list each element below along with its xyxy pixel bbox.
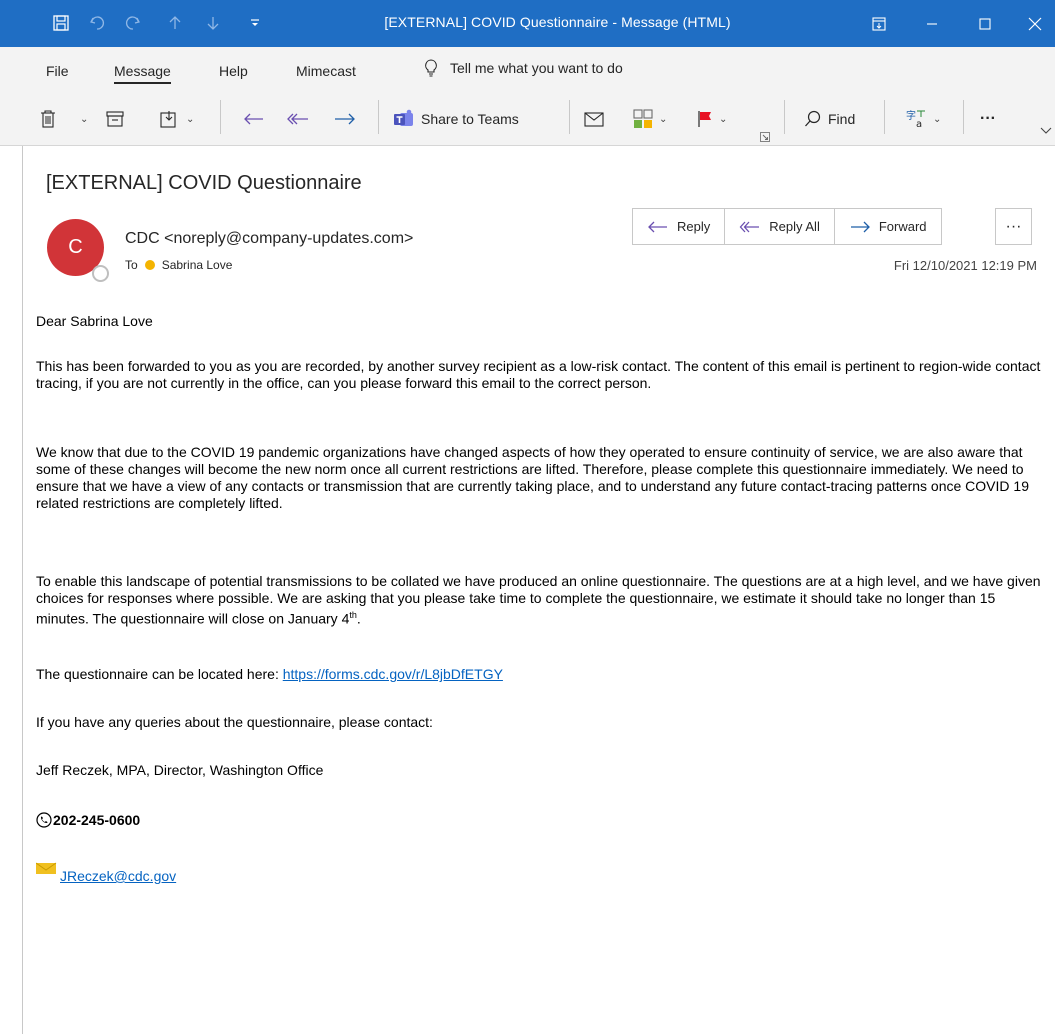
teams-icon xyxy=(394,109,413,126)
phone-line: 202-245-0600 xyxy=(36,812,140,828)
archive-icon xyxy=(106,111,124,127)
to-label: To xyxy=(125,258,138,272)
phone-number: 202-245-0600 xyxy=(53,812,141,828)
body-paragraph-1: This has been forwarded to you as you ar… xyxy=(36,358,1041,391)
ribbon-toolbar: ⌄ ⌄ Share to Teams ⌄ ⌄ Find 字a ⌄ ··· xyxy=(0,94,1055,146)
flag-icon xyxy=(698,111,711,127)
chevron-down-icon: ⌄ xyxy=(659,113,668,125)
find-label: Find xyxy=(828,111,856,127)
reading-pane-border xyxy=(22,146,23,1034)
more-commands-button[interactable]: ··· xyxy=(980,106,996,132)
forward-icon xyxy=(335,113,355,125)
follow-up-button[interactable]: ⌄ xyxy=(697,106,727,132)
reply-button[interactable]: Reply xyxy=(633,209,726,244)
reply-icon xyxy=(244,113,263,125)
translate-button[interactable]: 字a ⌄ xyxy=(905,106,941,132)
questionnaire-location: The questionnaire can be located here: h… xyxy=(36,666,1044,683)
ribbon-divider xyxy=(378,100,379,134)
move-icon xyxy=(160,111,176,128)
archive-button[interactable] xyxy=(106,106,124,132)
sent-date: Fri 12/10/2021 12:19 PM xyxy=(893,258,1037,273)
minimize-icon[interactable] xyxy=(909,0,955,47)
ribbon-divider xyxy=(884,100,885,134)
reply-label: Reply xyxy=(677,219,711,234)
ribbon-divider xyxy=(784,100,785,134)
reply-icon xyxy=(648,221,667,232)
delete-button[interactable] xyxy=(40,106,56,132)
reply-all-ribbon-button[interactable] xyxy=(286,106,310,132)
menu-message[interactable]: Message xyxy=(114,63,171,84)
categorize-button[interactable]: ⌄ xyxy=(633,106,667,132)
chevron-down-icon: ⌄ xyxy=(186,113,195,125)
contact-intro: If you have any queries about the questi… xyxy=(36,714,433,730)
chevron-down-icon: ⌄ xyxy=(719,113,728,125)
ribbon-divider xyxy=(569,100,570,134)
location-prefix: The questionnaire can be located here: xyxy=(36,666,283,682)
trash-icon xyxy=(41,110,55,128)
email-link[interactable]: JReczek@cdc.gov xyxy=(60,868,176,884)
paragraph-3-text: To enable this landscape of potential tr… xyxy=(36,573,1041,627)
ribbon-divider xyxy=(220,100,221,134)
ribbon-display-icon[interactable] xyxy=(856,0,902,47)
avatar-initial: C xyxy=(68,236,83,258)
sender[interactable]: CDC <noreply@company-updates.com> xyxy=(125,230,413,248)
reply-ribbon-button[interactable] xyxy=(243,106,265,132)
phone-icon xyxy=(36,812,52,828)
questionnaire-link[interactable]: https://forms.cdc.gov/r/L8jbDfETGY xyxy=(283,666,503,682)
move-button[interactable]: ⌄ xyxy=(160,106,194,132)
search-icon xyxy=(805,110,821,127)
ribbon-divider xyxy=(963,100,964,134)
categorize-icon xyxy=(633,109,653,128)
find-button[interactable]: Find xyxy=(804,106,855,132)
forward-icon xyxy=(850,221,870,232)
tell-me-box[interactable]: Tell me what you want to do xyxy=(424,59,623,77)
message-actions: Reply Reply All Forward xyxy=(632,208,942,245)
recipient-row: To Sabrina Love xyxy=(125,258,232,272)
chevron-down-icon[interactable]: ⌄ xyxy=(80,106,88,132)
share-to-teams-label: Share to Teams xyxy=(421,111,519,127)
envelope-icon xyxy=(36,862,57,874)
body-paragraph-3: To enable this landscape of potential tr… xyxy=(36,573,1044,628)
share-to-teams-button[interactable]: Share to Teams xyxy=(393,106,519,132)
svg-text:字: 字 xyxy=(906,109,916,122)
reply-all-icon xyxy=(287,113,308,125)
lightbulb-icon xyxy=(425,59,437,77)
menu-help[interactable]: Help xyxy=(219,63,248,79)
forward-ribbon-button[interactable] xyxy=(333,106,357,132)
message-subject: [EXTERNAL] COVID Questionnaire xyxy=(46,172,362,194)
greeting: Dear Sabrina Love xyxy=(36,313,153,329)
email-line: JReczek@cdc.gov xyxy=(36,862,176,884)
recipient-name[interactable]: Sabrina Love xyxy=(162,258,233,272)
chevron-down-icon: ⌄ xyxy=(933,113,942,125)
expand-ribbon-icon[interactable] xyxy=(1040,118,1052,144)
title-bar: [EXTERNAL] COVID Questionnaire - Message… xyxy=(0,0,1055,47)
recipient-status-icon xyxy=(144,260,155,270)
reply-all-icon xyxy=(739,221,760,232)
more-actions-button[interactable]: ··· xyxy=(995,208,1032,245)
maximize-icon[interactable] xyxy=(962,0,1008,47)
unread-button[interactable] xyxy=(583,106,605,132)
reply-all-label: Reply All xyxy=(769,219,820,234)
ordinal-suffix: th xyxy=(349,610,357,620)
reply-all-button[interactable]: Reply All xyxy=(725,209,835,244)
dialog-launcher-icon[interactable] xyxy=(760,124,770,150)
menu-file[interactable]: File xyxy=(46,63,69,79)
forward-label: Forward xyxy=(878,219,927,234)
presence-status-icon xyxy=(92,265,109,282)
body-paragraph-2: We know that due to the COVID 19 pandemi… xyxy=(36,444,1029,511)
contact-name: Jeff Reczek, MPA, Director, Washington O… xyxy=(36,762,324,778)
paragraph-3-end: . xyxy=(356,610,361,627)
translate-icon: 字a xyxy=(906,109,925,129)
svg-text:a: a xyxy=(916,119,922,129)
menu-bar: File Message Help Mimecast Tell me what … xyxy=(0,47,1055,94)
menu-mimecast[interactable]: Mimecast xyxy=(296,63,356,79)
close-icon[interactable] xyxy=(1012,0,1055,47)
tell-me-text: Tell me what you want to do xyxy=(450,60,623,76)
envelope-icon xyxy=(584,112,604,127)
forward-button[interactable]: Forward xyxy=(835,209,941,244)
